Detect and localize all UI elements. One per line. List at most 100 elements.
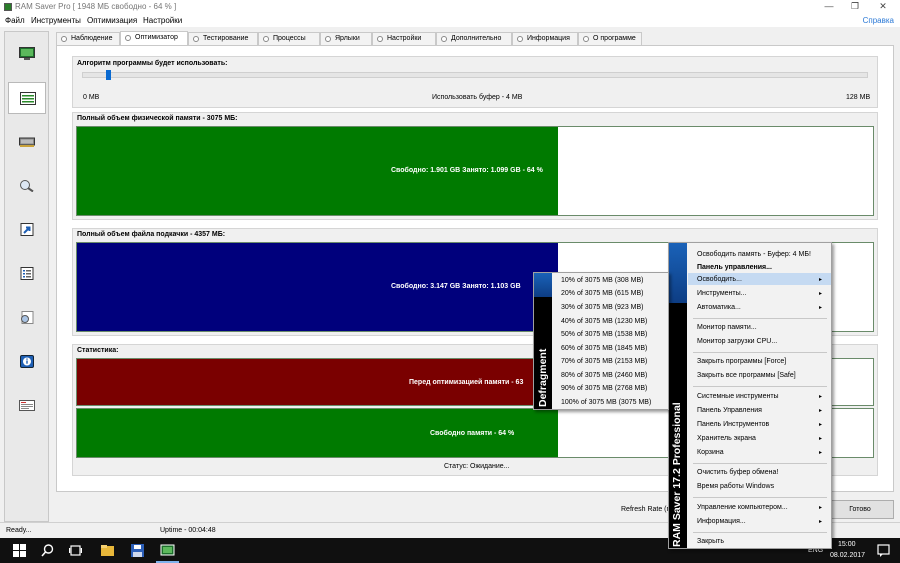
tab-processes[interactable]: Процессы bbox=[258, 32, 320, 45]
ctx-screensaver[interactable]: Хранитель экрана bbox=[697, 435, 756, 442]
defrag-option-70[interactable]: 70% of 3075 MB (2153 MB) bbox=[561, 358, 647, 365]
defrag-option-20[interactable]: 20% of 3075 MB (615 MB) bbox=[561, 290, 644, 297]
submenu-brand-strip: Defragment bbox=[534, 273, 552, 409]
statistics-label: Статистика: bbox=[77, 347, 119, 354]
defrag-option-30[interactable]: 30% of 3075 MB (923 MB) bbox=[561, 304, 644, 311]
radio-icon bbox=[61, 36, 67, 42]
ctx-control-panel-sub[interactable]: Панель Управления bbox=[697, 407, 762, 414]
ram-saver-taskbar-icon[interactable] bbox=[160, 543, 175, 558]
sidebar-info[interactable] bbox=[8, 346, 46, 378]
clock-date[interactable]: 08.02.2017 bbox=[830, 552, 865, 559]
menu-file[interactable]: Файл bbox=[5, 16, 25, 25]
close-button[interactable]: ✕ bbox=[870, 0, 896, 14]
refresh-rate-label: Refresh Rate (n bbox=[621, 506, 671, 513]
ctx-separator bbox=[693, 352, 827, 353]
tab-about[interactable]: О программе bbox=[578, 32, 642, 45]
ctx-free[interactable]: Освободить... bbox=[697, 276, 742, 283]
submenu-brand: Defragment bbox=[537, 348, 549, 407]
minimize-button[interactable]: — bbox=[816, 0, 842, 14]
radio-icon bbox=[441, 36, 447, 42]
save-disk-icon[interactable] bbox=[130, 543, 145, 558]
ctx-tools[interactable]: Инструменты... bbox=[697, 290, 746, 297]
file-explorer-icon[interactable] bbox=[100, 543, 115, 558]
ctx-cpu-monitor[interactable]: Монитор загрузки CPU... bbox=[697, 338, 777, 345]
ctx-windows-uptime[interactable]: Время работы Windows bbox=[697, 483, 774, 490]
about-icon bbox=[19, 400, 35, 411]
menu-tools[interactable]: Инструменты bbox=[31, 16, 81, 25]
sidebar-shortcuts[interactable] bbox=[8, 214, 46, 246]
defrag-option-10[interactable]: 10% of 3075 MB (308 MB) bbox=[561, 277, 644, 284]
sidebar-about[interactable] bbox=[8, 390, 46, 422]
menu-help[interactable]: Справка bbox=[863, 16, 894, 25]
ctx-close-programs-safe[interactable]: Закрыть все программы [Safe] bbox=[697, 372, 796, 379]
ready-text: Ready... bbox=[6, 527, 32, 534]
sidebar-testing[interactable] bbox=[8, 126, 46, 158]
ctx-information[interactable]: Информация... bbox=[697, 518, 746, 525]
search-icon[interactable] bbox=[40, 543, 55, 558]
defrag-option-50[interactable]: 50% of 3075 MB (1538 MB) bbox=[561, 331, 647, 338]
notifications-icon[interactable] bbox=[876, 543, 891, 558]
ctx-free-memory[interactable]: Освободить память - Буфер: 4 МБ! bbox=[697, 251, 811, 258]
defrag-option-80[interactable]: 80% of 3075 MB (2460 MB) bbox=[561, 372, 647, 379]
ctx-close[interactable]: Закрыть bbox=[697, 538, 724, 545]
list-icon bbox=[20, 92, 36, 105]
sidebar bbox=[4, 31, 49, 522]
ctx-close-programs-force[interactable]: Закрыть программы [Force] bbox=[697, 358, 786, 365]
sidebar-monitor[interactable] bbox=[8, 38, 46, 70]
sidebar-processes[interactable] bbox=[8, 170, 46, 202]
tab-advanced[interactable]: Дополнительно bbox=[436, 32, 512, 45]
defrag-option-40[interactable]: 40% of 3075 MB (1230 MB) bbox=[561, 318, 647, 325]
sidebar-extra[interactable] bbox=[8, 302, 46, 334]
ctx-recycle-bin[interactable]: Корзина bbox=[697, 449, 724, 456]
radio-icon bbox=[193, 36, 199, 42]
done-button[interactable]: Готово bbox=[826, 500, 894, 519]
brand-stripe bbox=[669, 243, 687, 303]
radio-icon bbox=[517, 36, 523, 42]
ctx-system-tools[interactable]: Системные инструменты bbox=[697, 393, 779, 400]
tab-settings[interactable]: Настройки bbox=[372, 32, 436, 45]
ctx-computer-management[interactable]: Управление компьютером... bbox=[697, 504, 788, 511]
title-bar: RAM Saver Pro [ 1948 МБ свободно - 64 % … bbox=[0, 0, 900, 14]
tray-context-menu: RAM Saver 17.2 Professional Освободить п… bbox=[668, 242, 832, 549]
radio-icon bbox=[125, 35, 131, 41]
clock-time[interactable]: 15:00 bbox=[838, 541, 856, 548]
magnifier-icon bbox=[20, 180, 34, 192]
settings-icon bbox=[21, 311, 34, 324]
slider-max-label: 128 MB bbox=[846, 94, 871, 101]
slider-min-label: 0 MB bbox=[83, 94, 100, 101]
radio-icon bbox=[325, 36, 331, 42]
tab-shortcuts[interactable]: Ярлыки bbox=[320, 32, 372, 45]
buffer-slider-thumb[interactable] bbox=[106, 70, 111, 80]
ctx-automation[interactable]: Автоматика... bbox=[697, 304, 741, 311]
defrag-option-60[interactable]: 60% of 3075 MB (1845 MB) bbox=[561, 345, 647, 352]
ctx-control-panel[interactable]: Панель управления... bbox=[697, 264, 772, 271]
shortcut-icon bbox=[20, 223, 34, 236]
pagefile-text: Свободно: 3.147 GB Занято: 1.103 GB bbox=[391, 283, 521, 290]
tab-testing[interactable]: Тестирование bbox=[188, 32, 258, 45]
ctx-clear-clipboard[interactable]: Очистить буфер обмена! bbox=[697, 469, 778, 476]
task-view-icon[interactable] bbox=[68, 543, 83, 558]
ctx-toolbar-panel-arrow: ▸ bbox=[819, 422, 823, 428]
menu-settings[interactable]: Настройки bbox=[143, 16, 182, 25]
context-menu-brand-strip: RAM Saver 17.2 Professional bbox=[669, 243, 687, 548]
tab-monitoring[interactable]: Наблюдение bbox=[56, 32, 120, 45]
sidebar-settings[interactable] bbox=[8, 258, 46, 290]
ctx-recycle-bin-arrow: ▸ bbox=[819, 450, 823, 456]
menu-bar: Файл Инструменты Оптимизация Настройки С… bbox=[0, 14, 900, 27]
tab-information[interactable]: Информация bbox=[512, 32, 578, 45]
buffer-slider-track[interactable] bbox=[82, 72, 868, 78]
monitor-icon bbox=[19, 47, 35, 60]
menu-optimization[interactable]: Оптимизация bbox=[87, 16, 137, 25]
ctx-toolbar-panel[interactable]: Панель Инструментов bbox=[697, 421, 769, 428]
tab-optimizer[interactable]: Оптимизатор bbox=[120, 31, 188, 45]
windows-start-icon[interactable] bbox=[12, 543, 27, 558]
defrag-option-100[interactable]: 100% of 3075 MB (3075 MB) bbox=[561, 399, 651, 406]
uptime-text: Uptime - 00:04:48 bbox=[160, 527, 216, 534]
ctx-memory-monitor[interactable]: Монитор памяти... bbox=[697, 324, 757, 331]
ctx-separator bbox=[693, 532, 827, 533]
ctx-information-arrow: ▸ bbox=[819, 519, 823, 525]
restore-button[interactable]: ❐ bbox=[842, 0, 868, 14]
free-memory-text: Свободно памяти - 64 % bbox=[430, 430, 515, 437]
defrag-option-90[interactable]: 90% of 3075 MB (2768 MB) bbox=[561, 385, 647, 392]
sidebar-optimizer[interactable] bbox=[8, 82, 46, 114]
